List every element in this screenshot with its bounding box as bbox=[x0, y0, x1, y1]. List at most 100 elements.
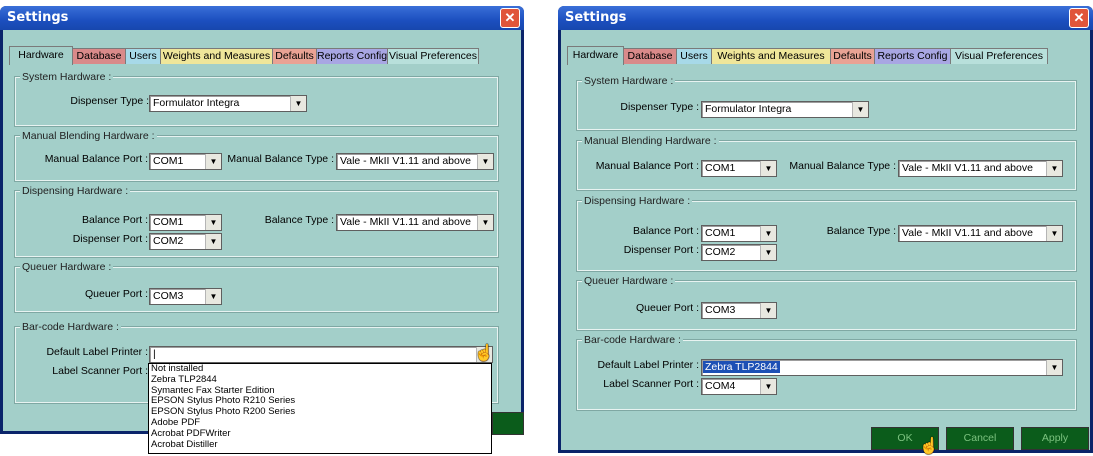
balance-type-select[interactable]: Vale - MkII V1.11 and above ▼ bbox=[336, 214, 494, 231]
manual-balance-port-select[interactable]: COM1 ▼ bbox=[701, 160, 777, 177]
list-item[interactable]: EPSON Stylus Photo R200 Series bbox=[149, 406, 491, 418]
dispenser-port-value: COM2 bbox=[153, 235, 184, 247]
tab-database[interactable]: Database bbox=[623, 48, 677, 64]
chevron-down-icon[interactable]: ▼ bbox=[477, 215, 493, 230]
panel-queuer-hardware: Queuer Hardware : Queuer Port : COM3 ▼ bbox=[14, 261, 499, 313]
queuer-port-select[interactable]: COM3 ▼ bbox=[149, 288, 222, 305]
tab-hardware[interactable]: Hardware bbox=[567, 46, 624, 65]
tab-reports-config[interactable]: Reports Config bbox=[874, 48, 951, 64]
ok-button-partial[interactable] bbox=[492, 412, 524, 435]
default-label-printer-select[interactable]: Zebra TLP2844 ▼ bbox=[701, 359, 1063, 376]
dispenser-type-select[interactable]: Formulator Integra ▼ bbox=[701, 101, 869, 118]
dispenser-port-value: COM2 bbox=[705, 246, 736, 258]
chevron-down-icon[interactable]: ▼ bbox=[760, 379, 776, 394]
section-label: Manual Blending Hardware : bbox=[20, 130, 157, 142]
panel-dispensing-hardware: Dispensing Hardware : Balance Port : COM… bbox=[14, 185, 499, 258]
dialog-title: Settings bbox=[565, 10, 627, 25]
tab-defaults[interactable]: Defaults bbox=[830, 48, 875, 64]
balance-port-value: COM1 bbox=[153, 216, 184, 228]
mouse-cursor-icon: ☝ bbox=[919, 438, 939, 455]
chevron-down-icon[interactable]: ▼ bbox=[760, 226, 776, 241]
close-icon[interactable]: ✕ bbox=[1069, 8, 1089, 28]
balance-port-label: Balance Port : bbox=[82, 214, 148, 226]
balance-port-label: Balance Port : bbox=[633, 225, 699, 237]
dialog-client: Hardware Database Users Weights and Meas… bbox=[561, 30, 1090, 450]
manual-balance-type-label: Manual Balance Type : bbox=[227, 153, 334, 165]
manual-balance-port-select[interactable]: COM1 ▼ bbox=[149, 153, 222, 170]
chevron-down-icon[interactable]: ▼ bbox=[1046, 360, 1062, 375]
queuer-port-value: COM3 bbox=[705, 304, 736, 316]
section-label: Dispensing Hardware : bbox=[20, 185, 131, 197]
queuer-port-select[interactable]: COM3 ▼ bbox=[701, 302, 777, 319]
panel-barcode-hardware: Bar-code Hardware : Default Label Printe… bbox=[576, 334, 1077, 411]
dispenser-port-label: Dispenser Port : bbox=[623, 244, 699, 256]
queuer-port-label: Queuer Port : bbox=[635, 302, 699, 314]
chevron-down-icon[interactable]: ▼ bbox=[760, 161, 776, 176]
chevron-down-icon[interactable]: ▼ bbox=[205, 234, 221, 249]
balance-port-select[interactable]: COM1 ▼ bbox=[701, 225, 777, 242]
cancel-button[interactable]: Cancel bbox=[946, 427, 1014, 450]
chevron-down-icon[interactable]: ▼ bbox=[205, 154, 221, 169]
label-scanner-port-label: Label Scanner Port : bbox=[603, 378, 699, 390]
default-label-printer-label: Default Label Printer : bbox=[46, 346, 148, 358]
tab-visual-preferences[interactable]: Visual Preferences bbox=[950, 48, 1048, 64]
tab-users[interactable]: Users bbox=[676, 48, 712, 64]
manual-balance-port-value: COM1 bbox=[153, 155, 184, 167]
dispenser-type-label: Dispenser Type : bbox=[70, 95, 149, 107]
default-label-printer-select[interactable]: | ▼ bbox=[149, 346, 493, 363]
tab-users[interactable]: Users bbox=[125, 48, 161, 64]
title-bar: Settings ✕ bbox=[558, 6, 1093, 30]
dispenser-port-select[interactable]: COM2 ▼ bbox=[701, 244, 777, 261]
dialog-client: Hardware Database Users Weights and Meas… bbox=[3, 30, 524, 454]
tab-defaults[interactable]: Defaults bbox=[272, 48, 317, 64]
balance-type-select[interactable]: Vale - MkII V1.11 and above ▼ bbox=[898, 225, 1063, 242]
manual-balance-port-label: Manual Balance Port : bbox=[595, 160, 699, 172]
label-scanner-port-select[interactable]: COM4 ▼ bbox=[701, 378, 777, 395]
balance-port-value: COM1 bbox=[705, 227, 736, 239]
section-label: System Hardware : bbox=[582, 75, 676, 87]
chevron-down-icon[interactable]: ▼ bbox=[852, 102, 868, 117]
dispenser-port-select[interactable]: COM2 ▼ bbox=[149, 233, 222, 250]
manual-balance-type-select[interactable]: Vale - MkII V1.11 and above ▼ bbox=[898, 160, 1063, 177]
chevron-down-icon[interactable]: ▼ bbox=[477, 154, 493, 169]
chevron-down-icon[interactable]: ▼ bbox=[1046, 161, 1062, 176]
tab-weights-and-measures[interactable]: Weights and Measures bbox=[711, 48, 831, 64]
panel-manual-blending: Manual Blending Hardware : Manual Balanc… bbox=[14, 130, 499, 182]
panel-system-hardware: System Hardware : Dispenser Type : Formu… bbox=[576, 75, 1077, 131]
chevron-down-icon[interactable]: ▼ bbox=[760, 303, 776, 318]
balance-port-select[interactable]: COM1 ▼ bbox=[149, 214, 222, 231]
tab-hardware[interactable]: Hardware bbox=[9, 46, 73, 65]
tab-reports-config[interactable]: Reports Config bbox=[316, 48, 388, 64]
tab-weights-and-measures[interactable]: Weights and Measures bbox=[160, 48, 273, 64]
section-label: Queuer Hardware : bbox=[582, 275, 676, 287]
dispenser-type-value: Formulator Integra bbox=[705, 103, 792, 115]
chevron-down-icon[interactable]: ▼ bbox=[205, 215, 221, 230]
chevron-down-icon[interactable]: ▼ bbox=[1046, 226, 1062, 241]
list-item[interactable]: Acrobat Distiller bbox=[149, 439, 491, 451]
list-item[interactable]: Acrobat PDFWriter bbox=[149, 428, 491, 440]
chevron-down-icon[interactable]: ▼ bbox=[760, 245, 776, 260]
dispenser-type-value: Formulator Integra bbox=[153, 97, 240, 109]
manual-balance-type-select[interactable]: Vale - MkII V1.11 and above ▼ bbox=[336, 153, 494, 170]
balance-type-label: Balance Type : bbox=[826, 225, 896, 237]
tab-visual-preferences[interactable]: Visual Preferences bbox=[387, 48, 479, 64]
balance-type-value: Vale - MkII V1.11 and above bbox=[340, 216, 471, 228]
section-label: Dispensing Hardware : bbox=[582, 195, 693, 207]
label-scanner-port-label: Label Scanner Port : bbox=[52, 365, 148, 377]
dialog-title: Settings bbox=[7, 10, 69, 25]
panel-manual-blending: Manual Blending Hardware : Manual Balanc… bbox=[576, 135, 1077, 191]
default-label-printer-label: Default Label Printer : bbox=[597, 359, 699, 371]
list-item[interactable]: Zebra TLP2844 bbox=[149, 374, 491, 386]
section-label: Queuer Hardware : bbox=[20, 261, 114, 273]
dispenser-type-select[interactable]: Formulator Integra ▼ bbox=[149, 95, 307, 112]
mouse-cursor-icon: ☝ bbox=[474, 345, 494, 362]
close-icon[interactable]: ✕ bbox=[500, 8, 520, 28]
manual-balance-port-label: Manual Balance Port : bbox=[44, 153, 148, 165]
apply-button[interactable]: Apply bbox=[1021, 427, 1089, 450]
default-label-printer-value: Zebra TLP2844 bbox=[703, 361, 780, 373]
chevron-down-icon[interactable]: ▼ bbox=[205, 289, 221, 304]
chevron-down-icon[interactable]: ▼ bbox=[290, 96, 306, 111]
printer-dropdown-list[interactable]: Not installed Zebra TLP2844 Symantec Fax… bbox=[148, 363, 492, 454]
manual-balance-type-label: Manual Balance Type : bbox=[789, 160, 896, 172]
tab-database[interactable]: Database bbox=[72, 48, 126, 64]
